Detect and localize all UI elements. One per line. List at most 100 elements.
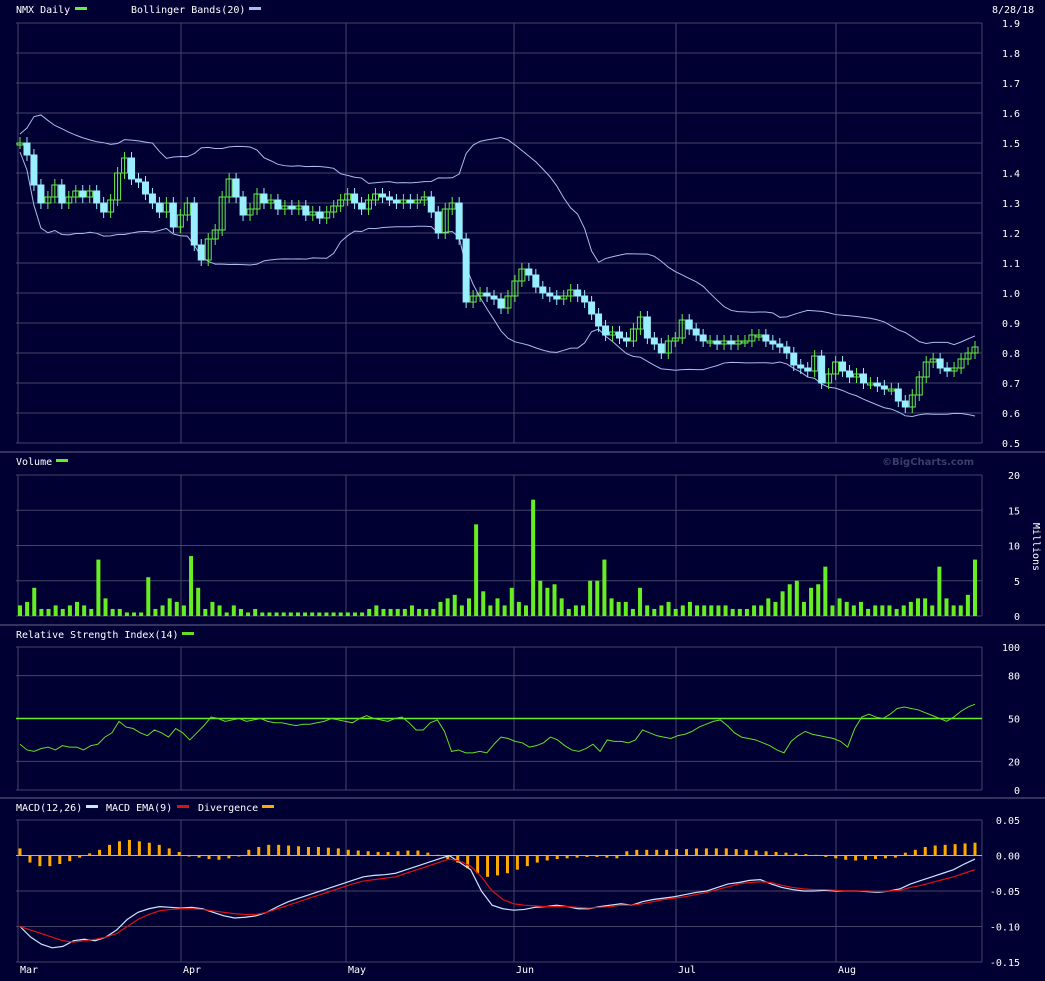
volume-bar [958, 605, 963, 616]
candle-body [713, 340, 721, 345]
divergence-bar [376, 851, 380, 856]
volume-bar [25, 601, 30, 616]
volume-legend-swatch [56, 459, 68, 462]
divergence-bar [406, 850, 410, 856]
volume-bar [908, 601, 913, 616]
volume-bar [930, 605, 935, 616]
volume-bar [295, 612, 300, 616]
volume-bar [452, 594, 457, 616]
price-legend-swatch [75, 7, 87, 10]
volume-bar [139, 612, 144, 616]
divergence-bar [366, 851, 370, 856]
y-tick-label: 0 [1014, 612, 1020, 623]
candle-body [455, 202, 463, 240]
volume-bar [217, 605, 222, 616]
month-tick-label: Jul [678, 965, 696, 976]
candle-body [546, 292, 554, 297]
volume-bar [324, 612, 329, 616]
candle-body [894, 388, 902, 402]
volume-bar [915, 598, 920, 616]
divergence-bar [496, 855, 499, 876]
candle-body [615, 331, 623, 339]
volume-bar [588, 580, 593, 616]
macd-ema-legend-label: MACD EMA(9) [106, 803, 172, 814]
volume-bar [317, 612, 322, 616]
y-tick-label: 0.00 [996, 852, 1020, 863]
divergence-bar [346, 849, 350, 856]
volume-bar [75, 601, 80, 616]
volume-bar [310, 612, 315, 616]
divergence-bar [525, 855, 529, 867]
volume-bar [367, 608, 372, 616]
volume-bar [716, 605, 721, 616]
divergence-bar [108, 844, 112, 856]
volume-bar [609, 598, 614, 616]
copyright-text: ©BigCharts.com [882, 457, 974, 468]
divergence-legend-swatch [262, 805, 274, 808]
candle-body [260, 193, 268, 204]
volume-bar [445, 598, 450, 616]
divergence-bar [864, 855, 868, 860]
rsi-legend-label: Relative Strength Index(14) [16, 630, 179, 641]
macd-legend-swatch [86, 805, 98, 808]
y-tick-label: 1.8 [1002, 49, 1020, 60]
candle-body [699, 334, 707, 342]
volume-bar [880, 605, 885, 616]
volume-bar [402, 608, 407, 616]
volume-bar [744, 608, 749, 616]
volume-bar [752, 605, 757, 616]
divergence-bar [754, 850, 758, 856]
volume-bar [858, 601, 863, 616]
divergence-bar [555, 855, 559, 860]
candle-body [155, 202, 163, 213]
candle-body [574, 289, 582, 297]
divergence-bar [963, 843, 967, 856]
divergence-bar [486, 855, 490, 877]
y-tick-label: 0.9 [1002, 319, 1020, 330]
candle-body [58, 184, 66, 204]
volume-bar [516, 601, 521, 616]
volume-bar [438, 601, 443, 616]
volume-bar [409, 605, 414, 616]
candle-body [901, 400, 909, 408]
macd-panel [16, 839, 982, 949]
divergence-bar [953, 844, 957, 856]
divergence-bar [147, 842, 151, 856]
volume-bar [595, 580, 600, 616]
divergence-bar [675, 849, 679, 856]
volume-bar [573, 605, 578, 616]
month-tick-label: Mar [20, 965, 38, 976]
candle-body [692, 328, 700, 336]
volume-bar [374, 605, 379, 616]
divergence-bar [356, 850, 360, 856]
volume-bar [680, 605, 685, 616]
volume-bar [901, 605, 906, 616]
candle-body [434, 211, 442, 234]
candle-body [839, 361, 847, 372]
volume-bar [652, 608, 657, 616]
volume-bar [623, 601, 628, 616]
divergence-bar [277, 844, 281, 856]
y-tick-label: 15 [1008, 506, 1020, 517]
volume-bar [666, 601, 671, 616]
volume-bar [951, 605, 956, 616]
macd-legend-label: MACD(12,26) [16, 803, 82, 814]
volume-bar [395, 608, 400, 616]
candle-body [316, 211, 324, 219]
candle-body [553, 295, 561, 300]
volume-bar [531, 499, 536, 616]
y-tick-label: 0.8 [1002, 349, 1020, 360]
y-tick-label: 1.2 [1002, 229, 1020, 240]
y-tick-label: 20 [1008, 471, 1020, 482]
candle-body [532, 274, 540, 288]
y-tick-label: 1.3 [1002, 199, 1020, 210]
candle-body [804, 367, 812, 372]
volume-bar [873, 605, 878, 616]
divergence-bar [167, 848, 171, 856]
volume-bar [659, 605, 664, 616]
candle-body [769, 340, 777, 345]
candle-body [936, 358, 944, 369]
volume-bar [965, 594, 970, 616]
rsi-line [19, 703, 976, 754]
volume-bar [630, 608, 635, 616]
